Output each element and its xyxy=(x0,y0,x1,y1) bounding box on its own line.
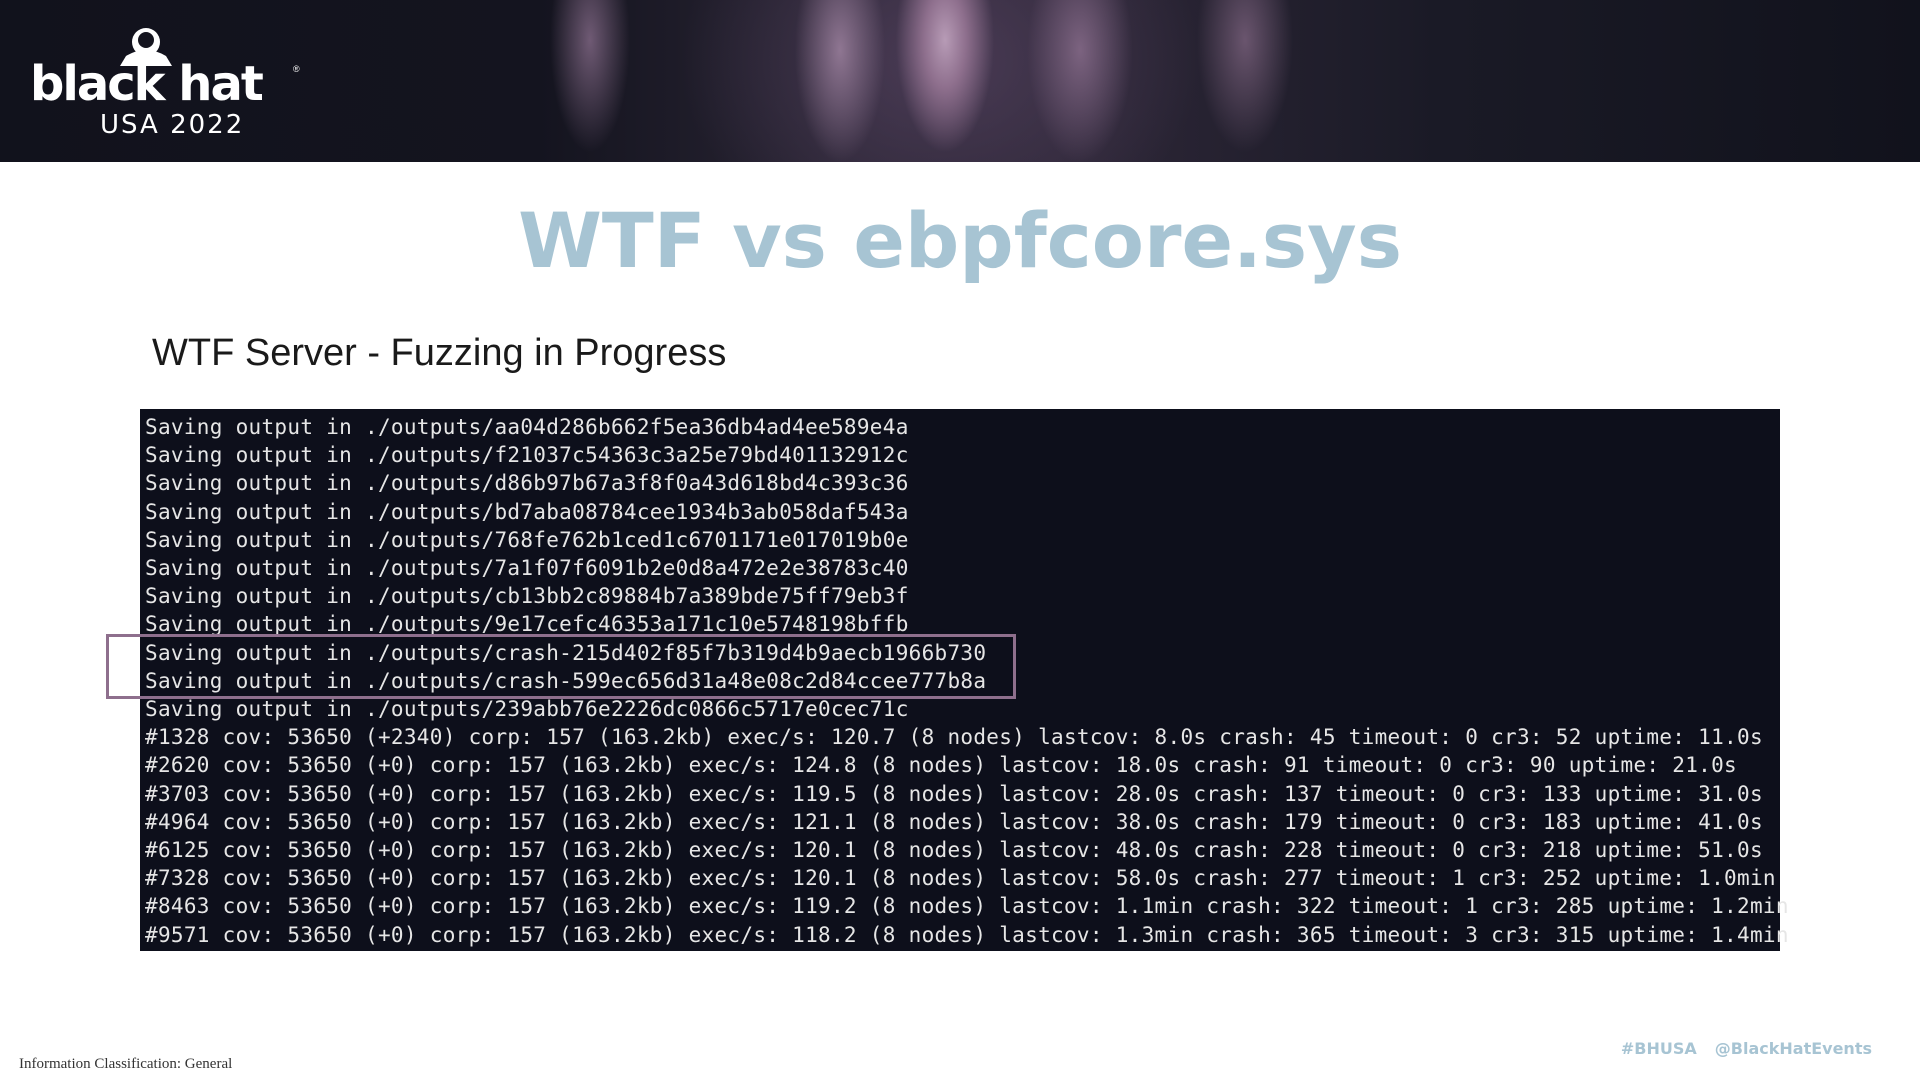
terminal-stats-line: #9571 cov: 53650 (+0) corp: 157 (163.2kb… xyxy=(145,922,1789,947)
terminal-line: Saving output in ./outputs/d86b97b67a3f8… xyxy=(145,471,909,496)
terminal-line: Saving output in ./outputs/768fe762b1ced… xyxy=(145,527,909,552)
terminal-stats-line: #4964 cov: 53650 (+0) corp: 157 (163.2kb… xyxy=(145,809,1763,834)
terminal-line: Saving output in ./outputs/cb13bb2c89884… xyxy=(145,584,909,609)
terminal-crash-line: Saving output in ./outputs/crash-599ec65… xyxy=(145,668,987,693)
classification-label: Information Classification: General xyxy=(19,1056,233,1072)
terminal-line: Saving output in ./outputs/239abb76e2226… xyxy=(145,697,909,722)
logo-event-name: USA 2022 xyxy=(100,110,245,140)
header-banner: black hat ® USA 2022 xyxy=(0,0,1920,162)
slide-subtitle: WTF Server - Fuzzing in Progress xyxy=(152,332,727,374)
slide-title: WTF vs ebpfcore.sys xyxy=(518,196,1402,285)
footer-social: #BHUSA @BlackHatEvents xyxy=(1621,1039,1872,1058)
terminal-line: Saving output in ./outputs/aa04d286b662f… xyxy=(145,415,909,439)
terminal-stats-line: #1328 cov: 53650 (+2340) corp: 157 (163.… xyxy=(145,725,1763,750)
terminal-line: Saving output in ./outputs/9e17cefc46353… xyxy=(145,612,909,637)
terminal-stats-line: #6125 cov: 53650 (+0) corp: 157 (163.2kb… xyxy=(145,838,1763,863)
terminal-line: Saving output in ./outputs/7a1f07f6091b2… xyxy=(145,556,909,581)
terminal-stats-line: #8463 cov: 53650 (+0) corp: 157 (163.2kb… xyxy=(145,894,1789,919)
terminal-stats-line: #3703 cov: 53650 (+0) corp: 157 (163.2kb… xyxy=(145,781,1763,806)
terminal-crash-line: Saving output in ./outputs/crash-215d402… xyxy=(145,640,987,665)
terminal-window: Saving output in ./outputs/aa04d286b662f… xyxy=(140,409,1789,951)
terminal-stats-line: #2620 cov: 53650 (+0) corp: 157 (163.2kb… xyxy=(145,753,1737,778)
terminal-line: Saving output in ./outputs/f21037c54363c… xyxy=(145,443,909,468)
logo-registered-mark: ® xyxy=(293,64,300,74)
highlight-notch xyxy=(109,637,140,696)
hashtag-label: #BHUSA xyxy=(1620,1039,1697,1058)
terminal-stats-line: #7328 cov: 53650 (+0) corp: 157 (163.2kb… xyxy=(145,866,1776,891)
twitter-handle: @BlackHatEvents xyxy=(1714,1039,1872,1058)
logo-wordmark: black hat xyxy=(30,56,264,112)
terminal-line: Saving output in ./outputs/bd7aba08784ce… xyxy=(145,499,909,524)
blackhat-logo: black hat ® USA 2022 xyxy=(30,26,300,140)
